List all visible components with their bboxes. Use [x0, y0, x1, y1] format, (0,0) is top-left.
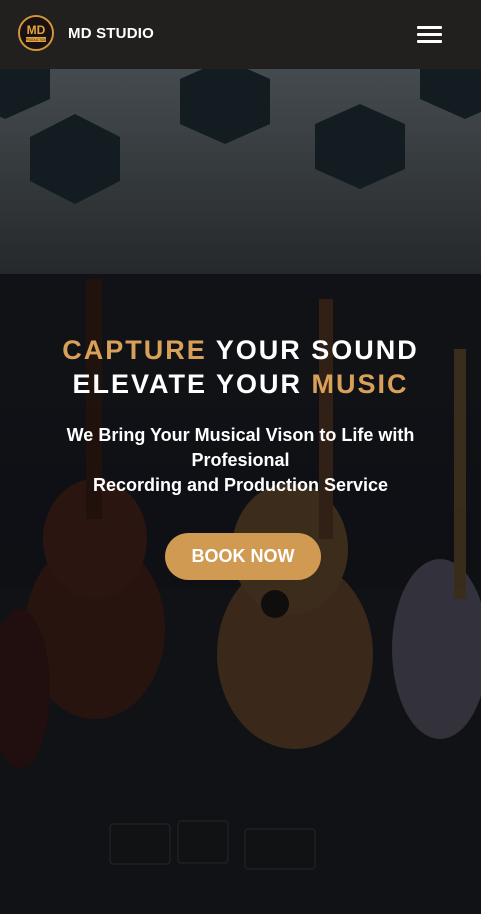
headline-line1-text: YOUR SOUND: [206, 335, 419, 365]
brand-name[interactable]: MD STUDIO: [68, 25, 154, 42]
book-now-button[interactable]: BOOK NOW: [165, 533, 321, 580]
navbar: MD PRODUCTION MD STUDIO: [0, 0, 481, 69]
hero-subtitle: We Bring Your Musical Vison to Life with…: [30, 423, 451, 498]
subtitle-line2: Recording and Production Service: [92, 475, 389, 495]
headline-accent-capture: CAPTURE: [62, 335, 207, 365]
hero-section: CAPTURE YOUR SOUND ELEVATE YOUR MUSIC We…: [0, 69, 481, 914]
logo-subtext: PRODUCTION: [25, 38, 47, 42]
logo-text: MD: [27, 23, 46, 37]
headline-line2-text: ELEVATE YOUR: [72, 369, 312, 399]
studio-logo[interactable]: MD PRODUCTION: [18, 15, 54, 51]
logo-mark-icon: MD PRODUCTION: [20, 17, 52, 49]
hero-headline: CAPTURE YOUR SOUND ELEVATE YOUR MUSIC: [0, 333, 481, 401]
hamburger-menu-icon[interactable]: [413, 22, 445, 48]
headline-accent-music: MUSIC: [311, 369, 409, 399]
subtitle-line1: We Bring Your Musical Vison to Life with…: [66, 425, 415, 470]
